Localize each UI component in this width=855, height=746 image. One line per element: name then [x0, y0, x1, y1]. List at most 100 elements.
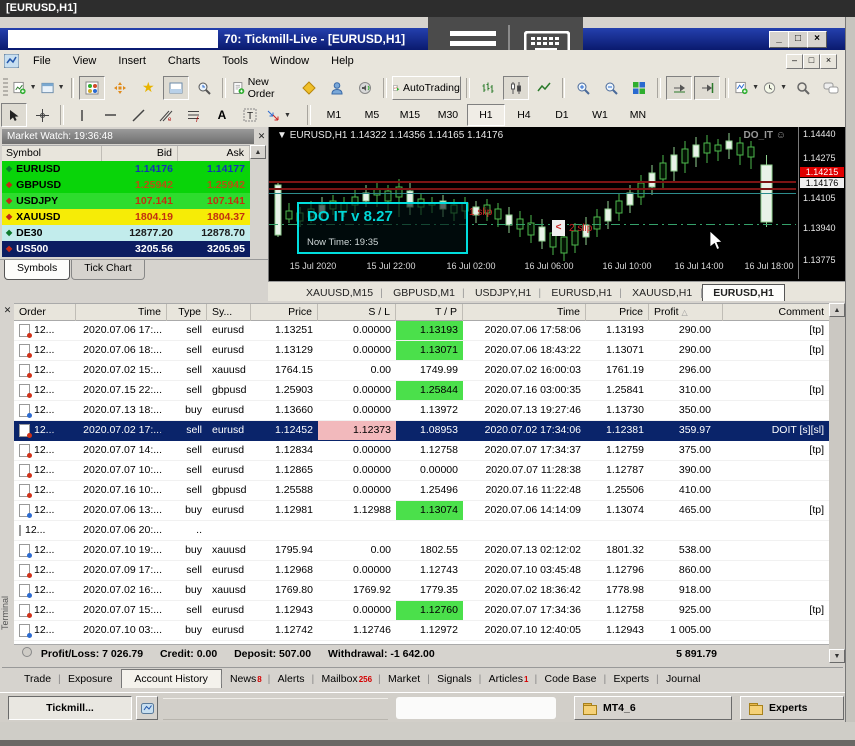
autotrading-button[interactable]: AutoTrading: [392, 76, 461, 100]
market-watch-row[interactable]: ◆USDJPY 107.141 107.141: [2, 193, 250, 209]
text-button[interactable]: A: [209, 103, 235, 127]
terminal-tab[interactable]: Account History: [121, 669, 222, 688]
column-order[interactable]: Order: [14, 304, 76, 321]
equidistant-channel-button[interactable]: e: [153, 103, 179, 127]
order-row[interactable]: 12... 2020.07.02 16:... buy xauusd 1769.…: [14, 581, 829, 601]
market-watch-row[interactable]: ◆DE30 12877.20 12878.70: [2, 225, 250, 241]
strategy-tester-button[interactable]: [191, 76, 217, 100]
market-watch-scrollbar[interactable]: ▲ ▼: [250, 145, 266, 275]
order-row[interactable]: 12... 2020.07.07 15:... sell eurusd 1.12…: [14, 601, 829, 621]
timeframe-button[interactable]: M30: [429, 104, 467, 126]
column-tp[interactable]: T / P: [396, 304, 463, 321]
terminal-close-icon[interactable]: ✕: [2, 304, 13, 316]
menu-item[interactable]: Insert: [107, 50, 157, 72]
column-sl[interactable]: S / L: [318, 304, 396, 321]
menu-item[interactable]: View: [62, 50, 108, 72]
order-row[interactable]: 12... 2020.07.15 22:... sell gbpusd 1.25…: [14, 381, 829, 401]
mdi-restore-button[interactable]: □: [803, 54, 820, 69]
terminal-tab[interactable]: Exposure: [60, 671, 121, 687]
horizontal-line-button[interactable]: [97, 103, 123, 127]
sounds-button[interactable]: [352, 76, 378, 100]
column-bid[interactable]: Bid: [102, 146, 178, 162]
chart-shift-button[interactable]: [694, 76, 720, 100]
menu-item[interactable]: Charts: [157, 50, 211, 72]
column-ask[interactable]: Ask: [178, 146, 250, 162]
market-watch-row[interactable]: ◆US500 3205.56 3205.95: [2, 241, 250, 257]
terminal-tab[interactable]: Experts: [605, 671, 658, 687]
order-row[interactable]: 12... 2020.07.06 18:... sell eurusd 1.13…: [14, 341, 829, 361]
mdi-close-button[interactable]: ×: [820, 54, 837, 69]
chart-tab[interactable]: USDJPY,H1: [465, 285, 541, 301]
terminal-tab[interactable]: Code Base: [536, 671, 605, 687]
timeframe-button[interactable]: W1: [581, 104, 619, 126]
auto-scroll-button[interactable]: [666, 76, 692, 100]
order-row[interactable]: 12... 2020.07.13 18:... buy eurusd 1.136…: [14, 401, 829, 421]
zoom-out-button[interactable]: [598, 76, 624, 100]
column-close-time[interactable]: Time: [463, 304, 586, 321]
order-row[interactable]: 12... 2020.07.10 03:... buy eurusd 1.127…: [14, 621, 829, 641]
chart-tab[interactable]: XAUUSD,M15: [296, 285, 383, 301]
order-row[interactable]: 12... 2020.07.10 19:... buy xauusd 1795.…: [14, 541, 829, 561]
order-row[interactable]: 12... 2020.07.06 20:... ..: [14, 521, 829, 541]
experts-button[interactable]: [324, 76, 350, 100]
terminal-tab[interactable]: Trade: [16, 671, 60, 687]
market-watch-row[interactable]: ◆GBPUSD 1.25942 1.25942: [2, 177, 250, 193]
data-window-button[interactable]: [107, 76, 133, 100]
column-price[interactable]: Price: [251, 304, 318, 321]
cursor-button[interactable]: [1, 103, 27, 127]
market-watch-row[interactable]: ◆EURUSD 1.14176 1.14177: [2, 161, 250, 177]
order-row[interactable]: 12... 2020.07.06 17:... sell eurusd 1.13…: [14, 321, 829, 341]
trendline-button[interactable]: [125, 103, 151, 127]
column-symbol[interactable]: Symbol: [2, 146, 102, 162]
terminal-tab[interactable]: Signals: [429, 671, 480, 687]
column-type[interactable]: Type: [167, 304, 207, 321]
taskbar-tickmill-button[interactable]: Tickmill...: [8, 696, 132, 720]
column-profit[interactable]: Profit △: [649, 304, 723, 321]
market-watch-tab[interactable]: Symbols: [4, 260, 70, 280]
profiles-button[interactable]: ▼: [40, 76, 66, 100]
order-row[interactable]: 12... 2020.07.16 10:... sell gbpusd 1.25…: [14, 481, 829, 501]
terminal-tab[interactable]: Articles1: [481, 671, 537, 687]
toolbar-grip[interactable]: [3, 78, 8, 98]
price-axis[interactable]: 1.14440 1.14275 1.14215 1.14176 1.14105 …: [798, 127, 847, 279]
scroll-up-icon[interactable]: ▲: [829, 303, 845, 317]
metaeditor-button[interactable]: [296, 76, 322, 100]
line-chart-button[interactable]: [531, 76, 557, 100]
order-row[interactable]: 12... 2020.07.06 13:... buy eurusd 1.129…: [14, 501, 829, 521]
timeframe-button[interactable]: H1: [467, 104, 505, 126]
taskbar-mt4-icon-button[interactable]: [136, 696, 158, 720]
order-row[interactable]: 12... 2020.07.07 14:... sell eurusd 1.12…: [14, 441, 829, 461]
terminal-table-header[interactable]: Order Time Type Sy... Price S / L T / P …: [14, 303, 829, 321]
terminal-tab[interactable]: Alerts: [270, 671, 314, 687]
search-button[interactable]: [790, 76, 816, 100]
menu-item[interactable]: Tools: [211, 50, 259, 72]
restore-button[interactable]: □: [788, 31, 808, 48]
periods-button[interactable]: ▼: [762, 76, 788, 100]
mdi-minimize-button[interactable]: –: [786, 54, 803, 69]
taskbar-experts-folder-button[interactable]: Experts: [740, 696, 844, 720]
arrows-button[interactable]: ▼: [265, 103, 292, 127]
tile-windows-button[interactable]: [626, 76, 652, 100]
column-symbol[interactable]: Sy...: [207, 304, 251, 321]
fibonacci-button[interactable]: f: [181, 103, 207, 127]
chart-tab[interactable]: XAUUSD,H1: [622, 285, 702, 301]
order-row[interactable]: 12... 2020.07.09 17:... sell eurusd 1.12…: [14, 561, 829, 581]
column-time[interactable]: Time: [76, 304, 167, 321]
market-watch-header[interactable]: Market Watch: 19:36:48: [2, 129, 254, 144]
chat-button[interactable]: [818, 76, 844, 100]
terminal-tab[interactable]: Journal: [658, 671, 709, 687]
vertical-line-button[interactable]: [69, 103, 95, 127]
terminal-tab[interactable]: Market: [380, 671, 429, 687]
crosshair-button[interactable]: [29, 103, 55, 127]
menu-item[interactable]: File: [22, 50, 62, 72]
bar-chart-button[interactable]: [475, 76, 501, 100]
chart-tab[interactable]: GBPUSD,M1: [383, 285, 465, 301]
menu-item[interactable]: Help: [320, 50, 365, 72]
chart-tab[interactable]: EURUSD,H1: [702, 284, 785, 301]
new-order-button[interactable]: New Order: [231, 76, 294, 100]
order-row[interactable]: 12... 2020.07.02 17:... sell eurusd 1.12…: [14, 421, 829, 441]
indicators-button[interactable]: ▼: [734, 76, 760, 100]
column-close-price[interactable]: Price: [586, 304, 649, 321]
text-label-button[interactable]: T: [237, 103, 263, 127]
minimize-button[interactable]: _: [769, 31, 789, 48]
